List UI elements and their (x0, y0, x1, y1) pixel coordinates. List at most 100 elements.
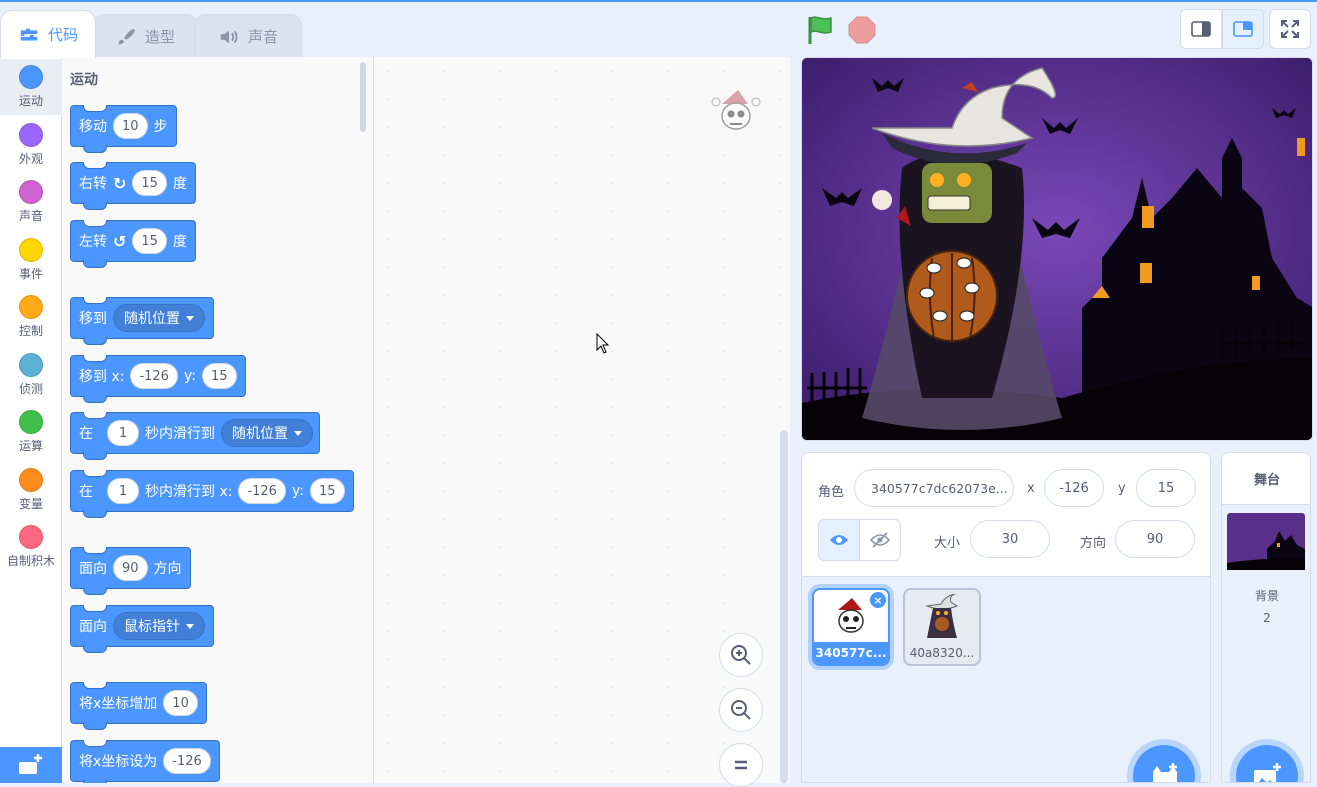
change-x-block[interactable]: 将x坐标增加 10 (70, 682, 207, 730)
equals-icon (735, 760, 747, 770)
current-sprite-watermark (711, 90, 761, 130)
cat-plus-icon (1153, 763, 1177, 782)
direction-input[interactable]: 90 (1115, 520, 1195, 558)
stage-selector-panel[interactable]: 舞台 背景 2 (1221, 452, 1311, 783)
sprite-tile[interactable]: 40a8320... (903, 588, 981, 666)
change-x-input[interactable]: 10 (163, 690, 198, 716)
point-towards-block[interactable]: 面向 鼠标指针 (70, 605, 214, 653)
y-input[interactable]: 15 (309, 478, 345, 504)
events-color-dot (19, 238, 43, 262)
workspace-scrollbar[interactable] (780, 430, 788, 783)
caret-down-icon (186, 315, 194, 321)
category-label: 运算 (18, 439, 43, 453)
category-sound[interactable]: 声音 (0, 174, 62, 230)
block-label: 度 (172, 176, 187, 192)
block-label: 度 (172, 234, 187, 250)
category-label: 变量 (18, 497, 43, 511)
tab-sounds[interactable]: 声音 (194, 14, 302, 58)
degrees-input[interactable]: 15 (132, 228, 167, 254)
block-label: y: (291, 483, 304, 499)
block-palette: 运动 移动 10 步 右转 ↻ 15 度 左转 ↺ 15 度 移到 随机位置 移… (62, 57, 374, 783)
delete-sprite-icon[interactable]: × (870, 592, 886, 608)
add-extension-button[interactable] (0, 747, 62, 783)
sprite-properties: 角色 340577c7dc62073e... x -126 y 15 大小 30… (802, 453, 1210, 577)
glide-to-block[interactable]: 在 1 秒内滑行到 随机位置 (70, 412, 320, 460)
point-in-direction-block[interactable]: 面向 90 方向 (70, 547, 191, 595)
category-variables[interactable]: 变量 (0, 462, 62, 518)
image-plus-icon (1254, 763, 1281, 782)
tab-sounds-label: 声音 (247, 28, 278, 46)
add-backdrop-button[interactable] (1236, 745, 1298, 782)
small-stage-button[interactable] (1180, 9, 1222, 49)
category-my-blocks[interactable]: 自制积木 (0, 519, 62, 575)
goto-target-dropdown[interactable]: 随机位置 (113, 304, 205, 332)
goto-xy-block[interactable]: 移到 x: -126 y: 15 (70, 355, 246, 403)
goto-block[interactable]: 移到 随机位置 (70, 297, 214, 345)
green-flag-button[interactable] (806, 14, 836, 46)
halloween-scene-image (802, 58, 1312, 440)
towards-target-dropdown[interactable]: 鼠标指针 (113, 612, 205, 640)
zoom-in-icon (731, 645, 751, 665)
turn-right-block[interactable]: 右转 ↻ 15 度 (70, 162, 196, 210)
tab-costumes[interactable]: 造型 (92, 14, 198, 58)
set-x-block[interactable]: 将x坐标设为 -126 (70, 740, 220, 783)
stage-canvas[interactable] (801, 57, 1313, 441)
direction-input[interactable]: 90 (113, 555, 148, 581)
add-sprite-button[interactable] (1133, 745, 1195, 782)
script-workspace[interactable] (374, 57, 790, 783)
x-position-input[interactable]: -126 (1044, 469, 1104, 507)
stop-button[interactable] (848, 16, 876, 44)
size-input[interactable]: 30 (970, 520, 1050, 558)
steps-input[interactable]: 10 (113, 113, 148, 139)
show-sprite-button[interactable] (818, 519, 860, 561)
block-label: y: (183, 368, 196, 384)
seconds-input[interactable]: 1 (107, 420, 139, 446)
category-motion[interactable]: 运动 (0, 59, 62, 115)
move-steps-block[interactable]: 移动 10 步 (70, 105, 177, 153)
category-looks[interactable]: 外观 (0, 117, 62, 173)
category-control[interactable]: 控制 (0, 289, 62, 345)
block-label: 步 (153, 119, 168, 135)
dropdown-value: 随机位置 (232, 426, 288, 442)
sensing-color-dot (19, 353, 43, 377)
sprite-name-label: 角色 (818, 485, 845, 500)
extension-icon (19, 754, 42, 774)
sprite-name-input[interactable]: 340577c7dc62073e... (854, 469, 1014, 507)
x-input[interactable]: -126 (238, 478, 286, 504)
block-label: 方向 (153, 561, 182, 577)
zoom-out-button[interactable] (719, 688, 763, 732)
turn-left-block[interactable]: 左转 ↺ 15 度 (70, 220, 196, 268)
category-label: 控制 (18, 324, 43, 338)
normal-stage-icon (1233, 21, 1253, 37)
palette-scrollbar[interactable] (360, 62, 366, 132)
category-events[interactable]: 事件 (0, 232, 62, 288)
set-x-input[interactable]: -126 (163, 748, 211, 774)
y-position-input[interactable]: 15 (1136, 469, 1196, 507)
fullscreen-button[interactable] (1269, 9, 1311, 49)
normal-stage-button[interactable] (1222, 9, 1264, 49)
backdrop-thumbnail[interactable] (1227, 513, 1305, 570)
block-label: 左转 (79, 234, 107, 250)
sprite-tile-selected[interactable]: × 340577c... (812, 588, 890, 666)
category-label: 运动 (18, 94, 43, 108)
stage-header: 舞台 (1222, 453, 1310, 505)
glide-xy-block[interactable]: 在 1 秒内滑行到 x: -126 y: 15 (70, 470, 354, 518)
sprite-tile-name: 40a8320... (909, 646, 975, 660)
backdrop-count: 2 (1263, 611, 1271, 625)
tab-code[interactable]: 代码 (0, 10, 96, 58)
degrees-input[interactable]: 15 (132, 170, 167, 196)
zoom-reset-button[interactable] (719, 743, 763, 787)
seconds-input[interactable]: 1 (107, 478, 139, 504)
category-operators[interactable]: 运算 (0, 404, 62, 460)
x-input[interactable]: -126 (130, 363, 178, 389)
palette-section-title: 运动 (70, 72, 98, 88)
block-label: 右转 (79, 176, 107, 192)
y-input[interactable]: 15 (201, 363, 237, 389)
category-sensing[interactable]: 侦测 (0, 347, 62, 403)
block-label: 移到 x: (79, 369, 125, 385)
size-label: 大小 (934, 536, 961, 551)
block-label: 面向 (79, 619, 107, 635)
hide-sprite-button[interactable] (859, 519, 901, 561)
zoom-in-button[interactable] (719, 633, 763, 677)
glide-target-dropdown[interactable]: 随机位置 (221, 419, 313, 447)
